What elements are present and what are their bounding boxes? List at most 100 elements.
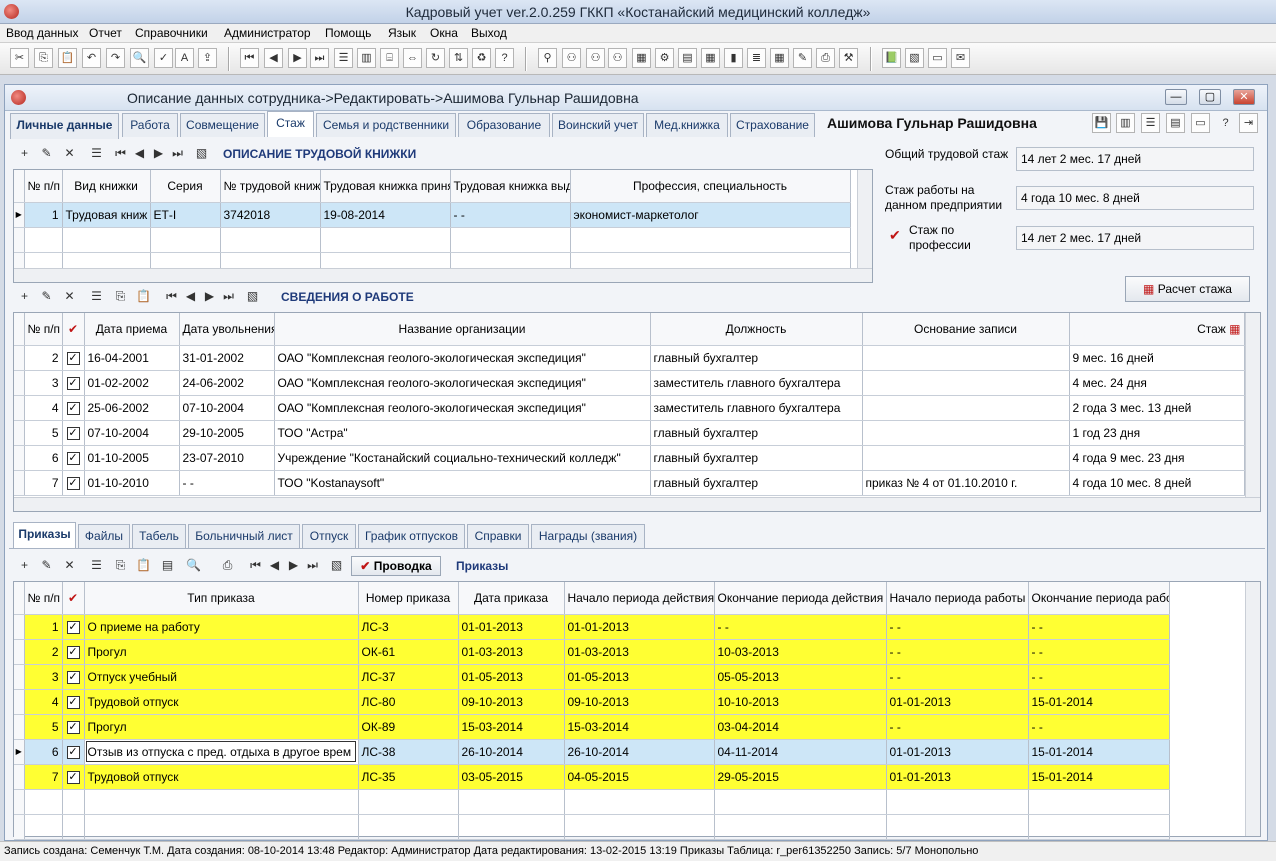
col-series[interactable]: Серия: [150, 170, 221, 203]
menu-exit[interactable]: Выход: [471, 26, 507, 40]
provodka-button[interactable]: ✔ Проводка: [351, 556, 441, 576]
col-book-number[interactable]: № трудовой книжки: [220, 170, 321, 203]
table-row[interactable]: 7 ✓ Трудовой отпуск ЛС-35 03-05-2015 04-05-20…: [14, 764, 1170, 790]
excel-order-icon[interactable]: ▧: [328, 557, 345, 574]
copy-icon[interactable]: ⎘: [34, 48, 53, 68]
maximize-icon[interactable]: ▢: [1199, 89, 1221, 105]
menu-references[interactable]: Справочники: [135, 26, 208, 40]
row-checkbox[interactable]: ✓: [66, 621, 80, 634]
row-checkbox[interactable]: ✓: [66, 427, 80, 440]
first-work-icon[interactable]: ⏮: [163, 288, 180, 305]
table-row[interactable]: 1 ✓ О приеме на работу ЛС-3 01-01-2013 01-01-…: [14, 614, 1170, 640]
table-row[interactable]: 5 ✓ Прогул ОК-89 15-03-2014 15-03-2014 03-04-2…: [14, 714, 1170, 740]
table-row[interactable]: 7 ✓ 01-10-2010- - ТОО "Kostanaysoft" главный…: [14, 470, 1245, 496]
copy-order-icon[interactable]: ⎘: [112, 557, 129, 574]
prev-order-icon[interactable]: ◀: [266, 557, 283, 574]
menu-help[interactable]: Помощь: [325, 26, 371, 40]
recalc-icon[interactable]: ♻: [472, 48, 491, 68]
list-icon[interactable]: ≣: [747, 48, 766, 68]
row-checkbox[interactable]: ✓: [66, 377, 80, 390]
redo-icon[interactable]: ↷: [106, 48, 125, 68]
col-basis[interactable]: Основание записи: [862, 313, 1070, 346]
last-order-icon[interactable]: ⏭: [304, 557, 321, 574]
tab-sick-leave[interactable]: Больничный лист: [188, 524, 300, 548]
menu-windows[interactable]: Окна: [430, 26, 458, 40]
next-record-icon[interactable]: ▶: [288, 48, 307, 68]
book-hscroll[interactable]: [14, 268, 872, 282]
last-work-icon[interactable]: ⏭: [220, 288, 237, 305]
calc-experience-button[interactable]: ▦ Расчет стажа: [1125, 276, 1250, 302]
tab-combination[interactable]: Совмещение: [180, 113, 265, 137]
list-view-icon[interactable]: ☰: [88, 145, 105, 162]
tools-icon[interactable]: ⚒: [839, 48, 858, 68]
col-position[interactable]: Должность: [650, 313, 863, 346]
archive-icon[interactable]: ▤: [1166, 113, 1185, 133]
paste-work-icon[interactable]: 📋: [135, 288, 152, 305]
refresh-icon[interactable]: ↻: [426, 48, 445, 68]
col-profession[interactable]: Профессия, специальность: [570, 170, 851, 203]
delete-icon[interactable]: ✕: [61, 145, 78, 162]
find-icon[interactable]: 🔍: [130, 48, 149, 68]
menu-language[interactable]: Язык: [388, 26, 416, 40]
orders-vscroll[interactable]: [1245, 582, 1260, 836]
menu-admin[interactable]: Администратор: [224, 26, 311, 40]
col-order-type[interactable]: Тип приказа: [84, 582, 359, 615]
calendar-icon[interactable]: ▦: [632, 48, 651, 68]
print-icon[interactable]: ⎙: [816, 48, 835, 68]
fit-width-icon[interactable]: ⇔: [403, 48, 422, 68]
help-2-icon[interactable]: ?: [1216, 113, 1235, 133]
mail-icon[interactable]: ✉: [951, 48, 970, 68]
table-row[interactable]: 4 ✓ 25-06-2002 07-10-2004 ОАО "Комплексная г…: [14, 395, 1245, 421]
col-book-type[interactable]: Вид книжки: [62, 170, 151, 203]
tab-timesheet[interactable]: Табель: [132, 524, 186, 548]
next-order-icon[interactable]: ▶: [285, 557, 302, 574]
tab-orders[interactable]: Приказы: [13, 522, 76, 548]
last-icon[interactable]: ⏭: [169, 145, 186, 162]
row-checkbox[interactable]: ✓: [66, 646, 80, 659]
book-icon[interactable]: 📗: [882, 48, 901, 68]
paste-icon[interactable]: 📋: [58, 48, 77, 68]
barcode-2-icon[interactable]: ▥: [1116, 113, 1135, 133]
org-chart-icon[interactable]: ⚲: [538, 48, 557, 68]
minimize-icon[interactable]: —: [1165, 89, 1187, 105]
delete-order-icon[interactable]: ✕: [61, 557, 78, 574]
copy-work-icon[interactable]: ⎘: [112, 288, 129, 305]
tab-work[interactable]: Работа: [122, 113, 178, 137]
tab-vacation-schedule[interactable]: График отпусков: [358, 524, 465, 548]
font-icon[interactable]: A: [175, 48, 194, 68]
last-record-icon[interactable]: ⏭: [310, 48, 329, 68]
table-row[interactable]: 2 ✓ 16-04-2001 31-01-2002 ОАО "Комплексная г…: [14, 345, 1245, 371]
tab-files[interactable]: Файлы: [78, 524, 130, 548]
col-experience[interactable]: Стаж ▦: [1069, 313, 1245, 346]
save-icon[interactable]: 💾: [1092, 113, 1111, 133]
report-icon[interactable]: ▤: [678, 48, 697, 68]
table-icon[interactable]: ▦: [701, 48, 720, 68]
edit-icon[interactable]: ✎: [793, 48, 812, 68]
prev-work-icon[interactable]: ◀: [182, 288, 199, 305]
people-icon[interactable]: ⚇: [562, 48, 581, 68]
col-dismiss-date[interactable]: Дата увольнения: [179, 313, 275, 346]
close-icon[interactable]: ✕: [1233, 89, 1255, 105]
first-icon[interactable]: ⏮: [112, 145, 129, 162]
edit-row-icon[interactable]: ✎: [38, 145, 55, 162]
table-row[interactable]: 3 ✓ 01-02-2002 24-06-2002 ОАО "Комплексная г…: [14, 370, 1245, 396]
row-checkbox[interactable]: ✓: [66, 477, 80, 490]
col-organization[interactable]: Название организации: [274, 313, 651, 346]
tab-certificates[interactable]: Справки: [467, 524, 529, 548]
work-vscroll[interactable]: [1245, 313, 1260, 497]
table-row[interactable]: ▶ 1 Трудовая книж ЕТ-I 3742018 19-08-201…: [14, 202, 851, 228]
col-work-end[interactable]: Окончание периода работы ▦: [1028, 582, 1170, 615]
tab-vacation[interactable]: Отпуск: [302, 524, 356, 548]
tab-personal[interactable]: Личные данные: [10, 113, 119, 139]
cut-icon[interactable]: ✂: [10, 48, 29, 68]
monitor-icon[interactable]: ▭: [928, 48, 947, 68]
col-work-start[interactable]: Начало периода работы ▦: [886, 582, 1029, 615]
paste-order-icon[interactable]: 📋: [135, 557, 152, 574]
people-2-icon[interactable]: ⚇: [586, 48, 605, 68]
add-order-icon[interactable]: +: [16, 557, 33, 574]
work-hscroll[interactable]: [14, 497, 1260, 511]
edit-order-icon[interactable]: ✎: [38, 557, 55, 574]
tab-military[interactable]: Воинский учет: [552, 113, 644, 137]
prev-record-icon[interactable]: ◀: [264, 48, 283, 68]
next-icon[interactable]: ▶: [150, 145, 167, 162]
